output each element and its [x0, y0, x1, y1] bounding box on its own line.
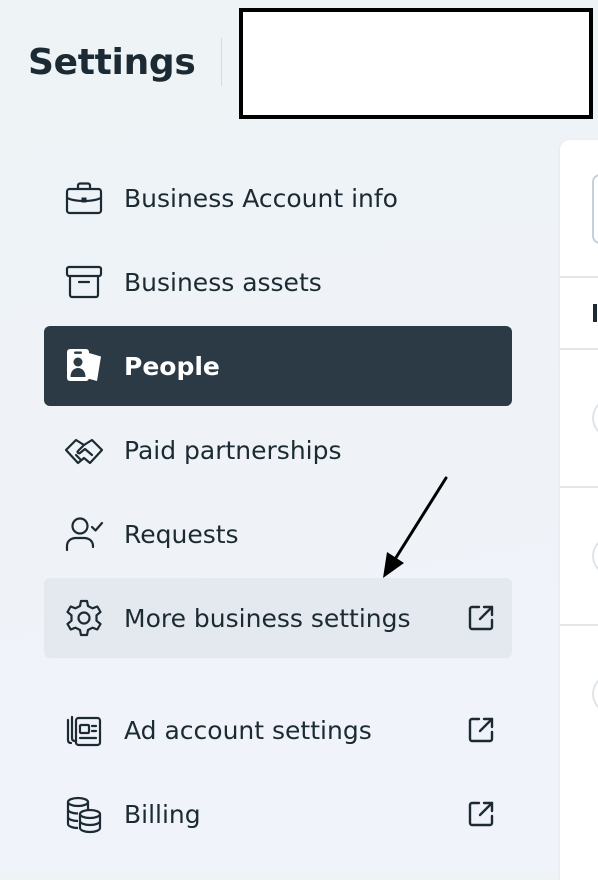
nav-item-label: Paid partnerships	[124, 435, 342, 465]
archive-box-icon	[62, 260, 106, 304]
nav-item-label: Business assets	[124, 267, 322, 297]
divider	[560, 624, 598, 626]
external-link-icon	[464, 797, 498, 831]
people-badge-icon	[62, 344, 106, 388]
gear-icon	[62, 596, 106, 640]
annotation-arrow-icon	[383, 476, 448, 578]
title-divider	[221, 38, 222, 86]
divider	[560, 276, 598, 278]
column-header-edge	[593, 304, 597, 322]
nav-item-label: Ad account settings	[124, 715, 372, 745]
nav-item-business-assets[interactable]: Business assets	[44, 242, 512, 322]
external-link-icon	[464, 713, 498, 747]
nav-item-business-account-info[interactable]: Business Account info	[44, 158, 512, 238]
page-title: Settings	[28, 42, 196, 83]
nav-item-ad-account-settings[interactable]: Ad account settings	[44, 690, 512, 770]
ad-account-icon	[62, 708, 106, 752]
divider	[560, 486, 598, 488]
briefcase-icon	[62, 176, 106, 220]
search-field-edge[interactable]	[592, 174, 598, 244]
nav-item-label: More business settings	[124, 603, 411, 633]
redaction-box	[239, 8, 593, 119]
avatar	[592, 398, 598, 438]
coins-stack-icon	[62, 792, 106, 836]
avatar	[592, 536, 598, 576]
external-link-icon	[464, 601, 498, 635]
nav-item-label: Billing	[124, 799, 201, 829]
nav-item-more-business-settings[interactable]: More business settings	[44, 578, 512, 658]
divider	[560, 348, 598, 350]
person-check-icon	[62, 512, 106, 556]
nav-item-label: People	[124, 351, 220, 381]
nav-item-label: Business Account info	[124, 183, 398, 213]
nav-item-billing[interactable]: Billing	[44, 774, 512, 854]
avatar	[592, 674, 598, 714]
content-panel-edge	[560, 140, 598, 880]
nav-item-people[interactable]: People	[44, 326, 512, 406]
nav-item-label: Requests	[124, 519, 239, 549]
handshake-icon	[62, 428, 106, 472]
